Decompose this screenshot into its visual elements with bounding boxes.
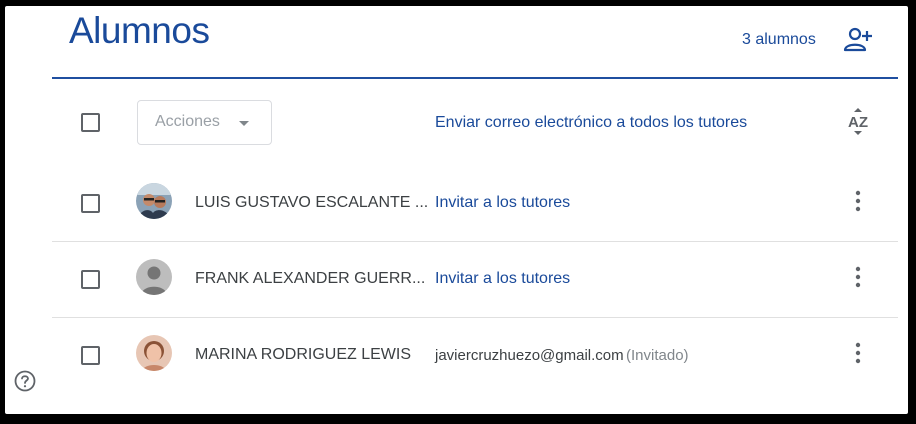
student-row: LUIS GUSTAVO ESCALANTE ... Invitar a los… bbox=[52, 166, 898, 242]
student-checkbox[interactable] bbox=[81, 270, 100, 289]
actions-dropdown-label: Acciones bbox=[155, 113, 220, 130]
student-avatar[interactable] bbox=[136, 335, 172, 371]
select-all-checkbox[interactable] bbox=[81, 113, 100, 132]
header-divider bbox=[52, 77, 898, 79]
more-vert-icon[interactable] bbox=[848, 188, 868, 214]
invite-guardians-link[interactable]: Invitar a los tutores bbox=[435, 194, 570, 212]
guardian-status: (Invitado) bbox=[626, 347, 689, 364]
help-circle-icon[interactable] bbox=[14, 370, 36, 392]
student-count: 3 alumnos bbox=[742, 31, 816, 48]
page-title: Alumnos bbox=[69, 10, 210, 51]
students-panel: Alumnos 3 alumnos Acciones Enviar correo… bbox=[5, 6, 908, 414]
default-avatar-icon[interactable] bbox=[136, 259, 172, 295]
guardian-email: javiercruzhuezo@gmail.com bbox=[435, 347, 624, 364]
student-name[interactable]: MARINA RODRIGUEZ LEWIS bbox=[195, 346, 411, 364]
caret-down-icon bbox=[239, 121, 249, 126]
student-row: FRANK ALEXANDER GUERR... Invitar a los t… bbox=[52, 242, 898, 318]
student-checkbox[interactable] bbox=[81, 346, 100, 365]
student-avatar[interactable] bbox=[136, 183, 172, 219]
student-row: MARINA RODRIGUEZ LEWIS javiercruzhuezo@g… bbox=[52, 318, 898, 394]
more-vert-icon[interactable] bbox=[848, 340, 868, 366]
student-checkbox[interactable] bbox=[81, 194, 100, 213]
sort-az-icon[interactable]: AZ bbox=[844, 107, 872, 137]
email-all-guardians-link[interactable]: Enviar correo electrónico a todos los tu… bbox=[435, 114, 747, 132]
sort-az-glyph: AZ bbox=[848, 114, 868, 131]
student-name[interactable]: FRANK ALEXANDER GUERR... bbox=[195, 270, 425, 288]
person-add-icon[interactable] bbox=[843, 26, 873, 54]
more-vert-icon[interactable] bbox=[848, 264, 868, 290]
student-name[interactable]: LUIS GUSTAVO ESCALANTE ... bbox=[195, 194, 428, 212]
actions-dropdown[interactable]: Acciones bbox=[137, 100, 272, 145]
invite-guardians-link[interactable]: Invitar a los tutores bbox=[435, 270, 570, 288]
